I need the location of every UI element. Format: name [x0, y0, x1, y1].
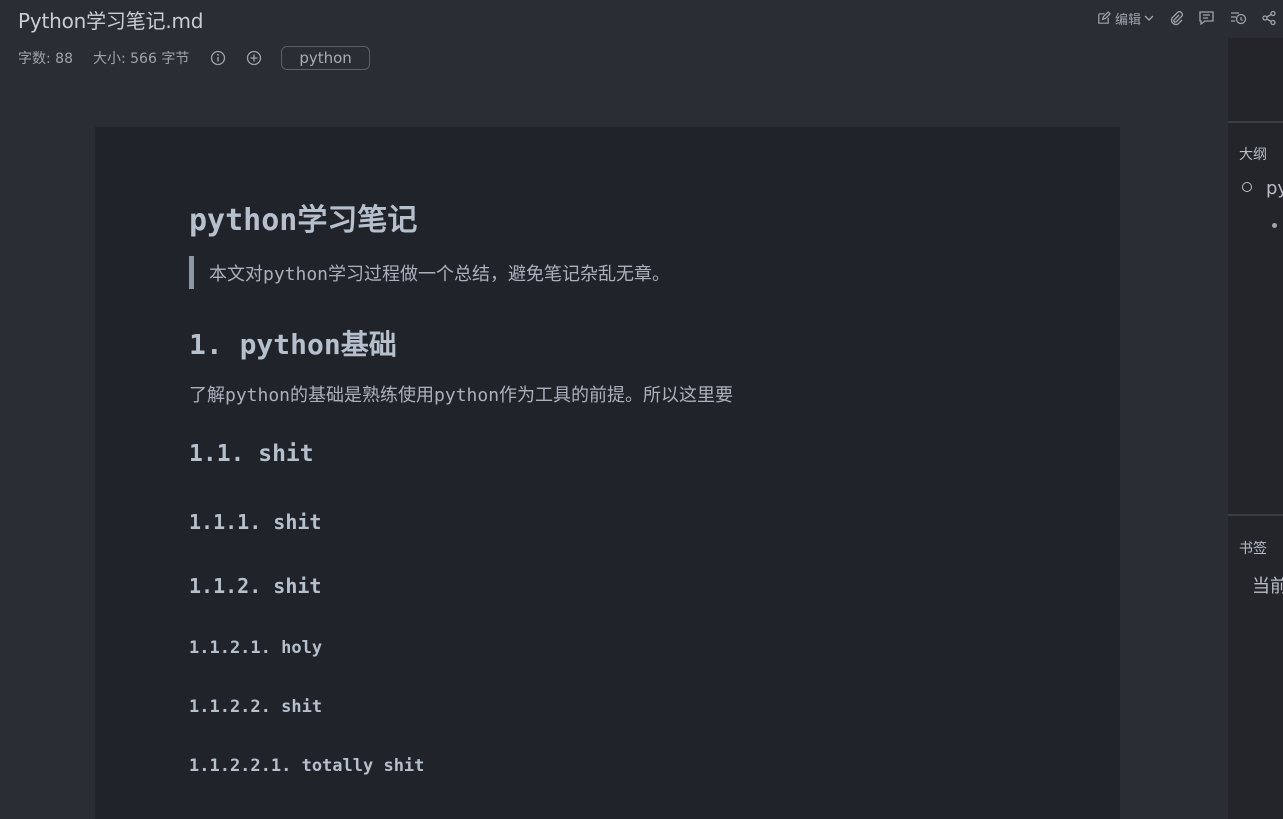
edit-mode-label: 编辑 — [1114, 12, 1141, 28]
outline-circle-icon — [1242, 182, 1252, 192]
outline-subitem-dot-icon[interactable] — [1272, 223, 1277, 228]
app-window: Python学习笔记.md 编辑 字数: 88 大小: 566 字节 pytho… — [0, 0, 1283, 819]
share-button[interactable] — [1261, 10, 1277, 26]
file-size: 大小: 566 字节 — [92, 51, 190, 67]
divider — [1228, 514, 1283, 516]
bookmarks-label: 书签 — [1239, 541, 1267, 557]
toolbar: 编辑 — [1096, 6, 1283, 30]
chevron-down-icon — [1144, 13, 1154, 23]
outline-item[interactable]: py — [1266, 178, 1283, 199]
heading-2: 1. python基础 — [189, 328, 397, 361]
outline-label: 大纲 — [1239, 147, 1267, 163]
heading-3: 1.1. shit — [189, 441, 314, 467]
document-meta: 字数: 88 大小: 566 字节 python — [18, 44, 370, 72]
share-icon — [1261, 10, 1277, 26]
edit-mode-button[interactable]: 编辑 — [1096, 9, 1154, 28]
top-bar: Python学习笔记.md 编辑 — [0, 0, 1283, 36]
word-count: 字数: 88 — [18, 51, 73, 67]
attachment-button[interactable] — [1168, 10, 1184, 26]
heading-5: 1.1.2.2. shit — [189, 697, 323, 717]
heading-4: 1.1.2. shit — [189, 574, 322, 598]
paragraph: 了解python的基础是熟练使用python作为工具的前提。所以这里要 — [189, 385, 734, 406]
side-panel: 大纲 py 书签 当前 — [1228, 38, 1283, 819]
editor-page[interactable]: python学习笔记 本文对python学习过程做一个总结，避免笔记杂乱无章。 … — [95, 127, 1120, 819]
attachment-icon — [1168, 10, 1184, 26]
edit-icon — [1096, 10, 1111, 26]
comment-button[interactable] — [1198, 10, 1215, 26]
heading-6: 1.1.2.2.1. totally shit — [189, 756, 425, 776]
divider — [1228, 121, 1283, 123]
heading-5: 1.1.2.1. holy — [189, 638, 323, 658]
bookmarks-text: 当前 — [1252, 576, 1283, 597]
heading-4: 1.1.1. shit — [189, 510, 322, 534]
comment-icon — [1198, 10, 1215, 26]
add-tag-icon[interactable] — [245, 49, 263, 67]
tag-chip[interactable]: python — [281, 46, 370, 70]
heading-1: python学习笔记 — [189, 203, 418, 238]
document-title: Python学习笔记.md — [18, 9, 204, 33]
blockquote: 本文对python学习过程做一个总结，避免笔记杂乱无章。 — [189, 256, 670, 289]
info-icon[interactable] — [209, 49, 227, 67]
history-button[interactable] — [1229, 10, 1247, 26]
history-icon — [1229, 10, 1247, 26]
